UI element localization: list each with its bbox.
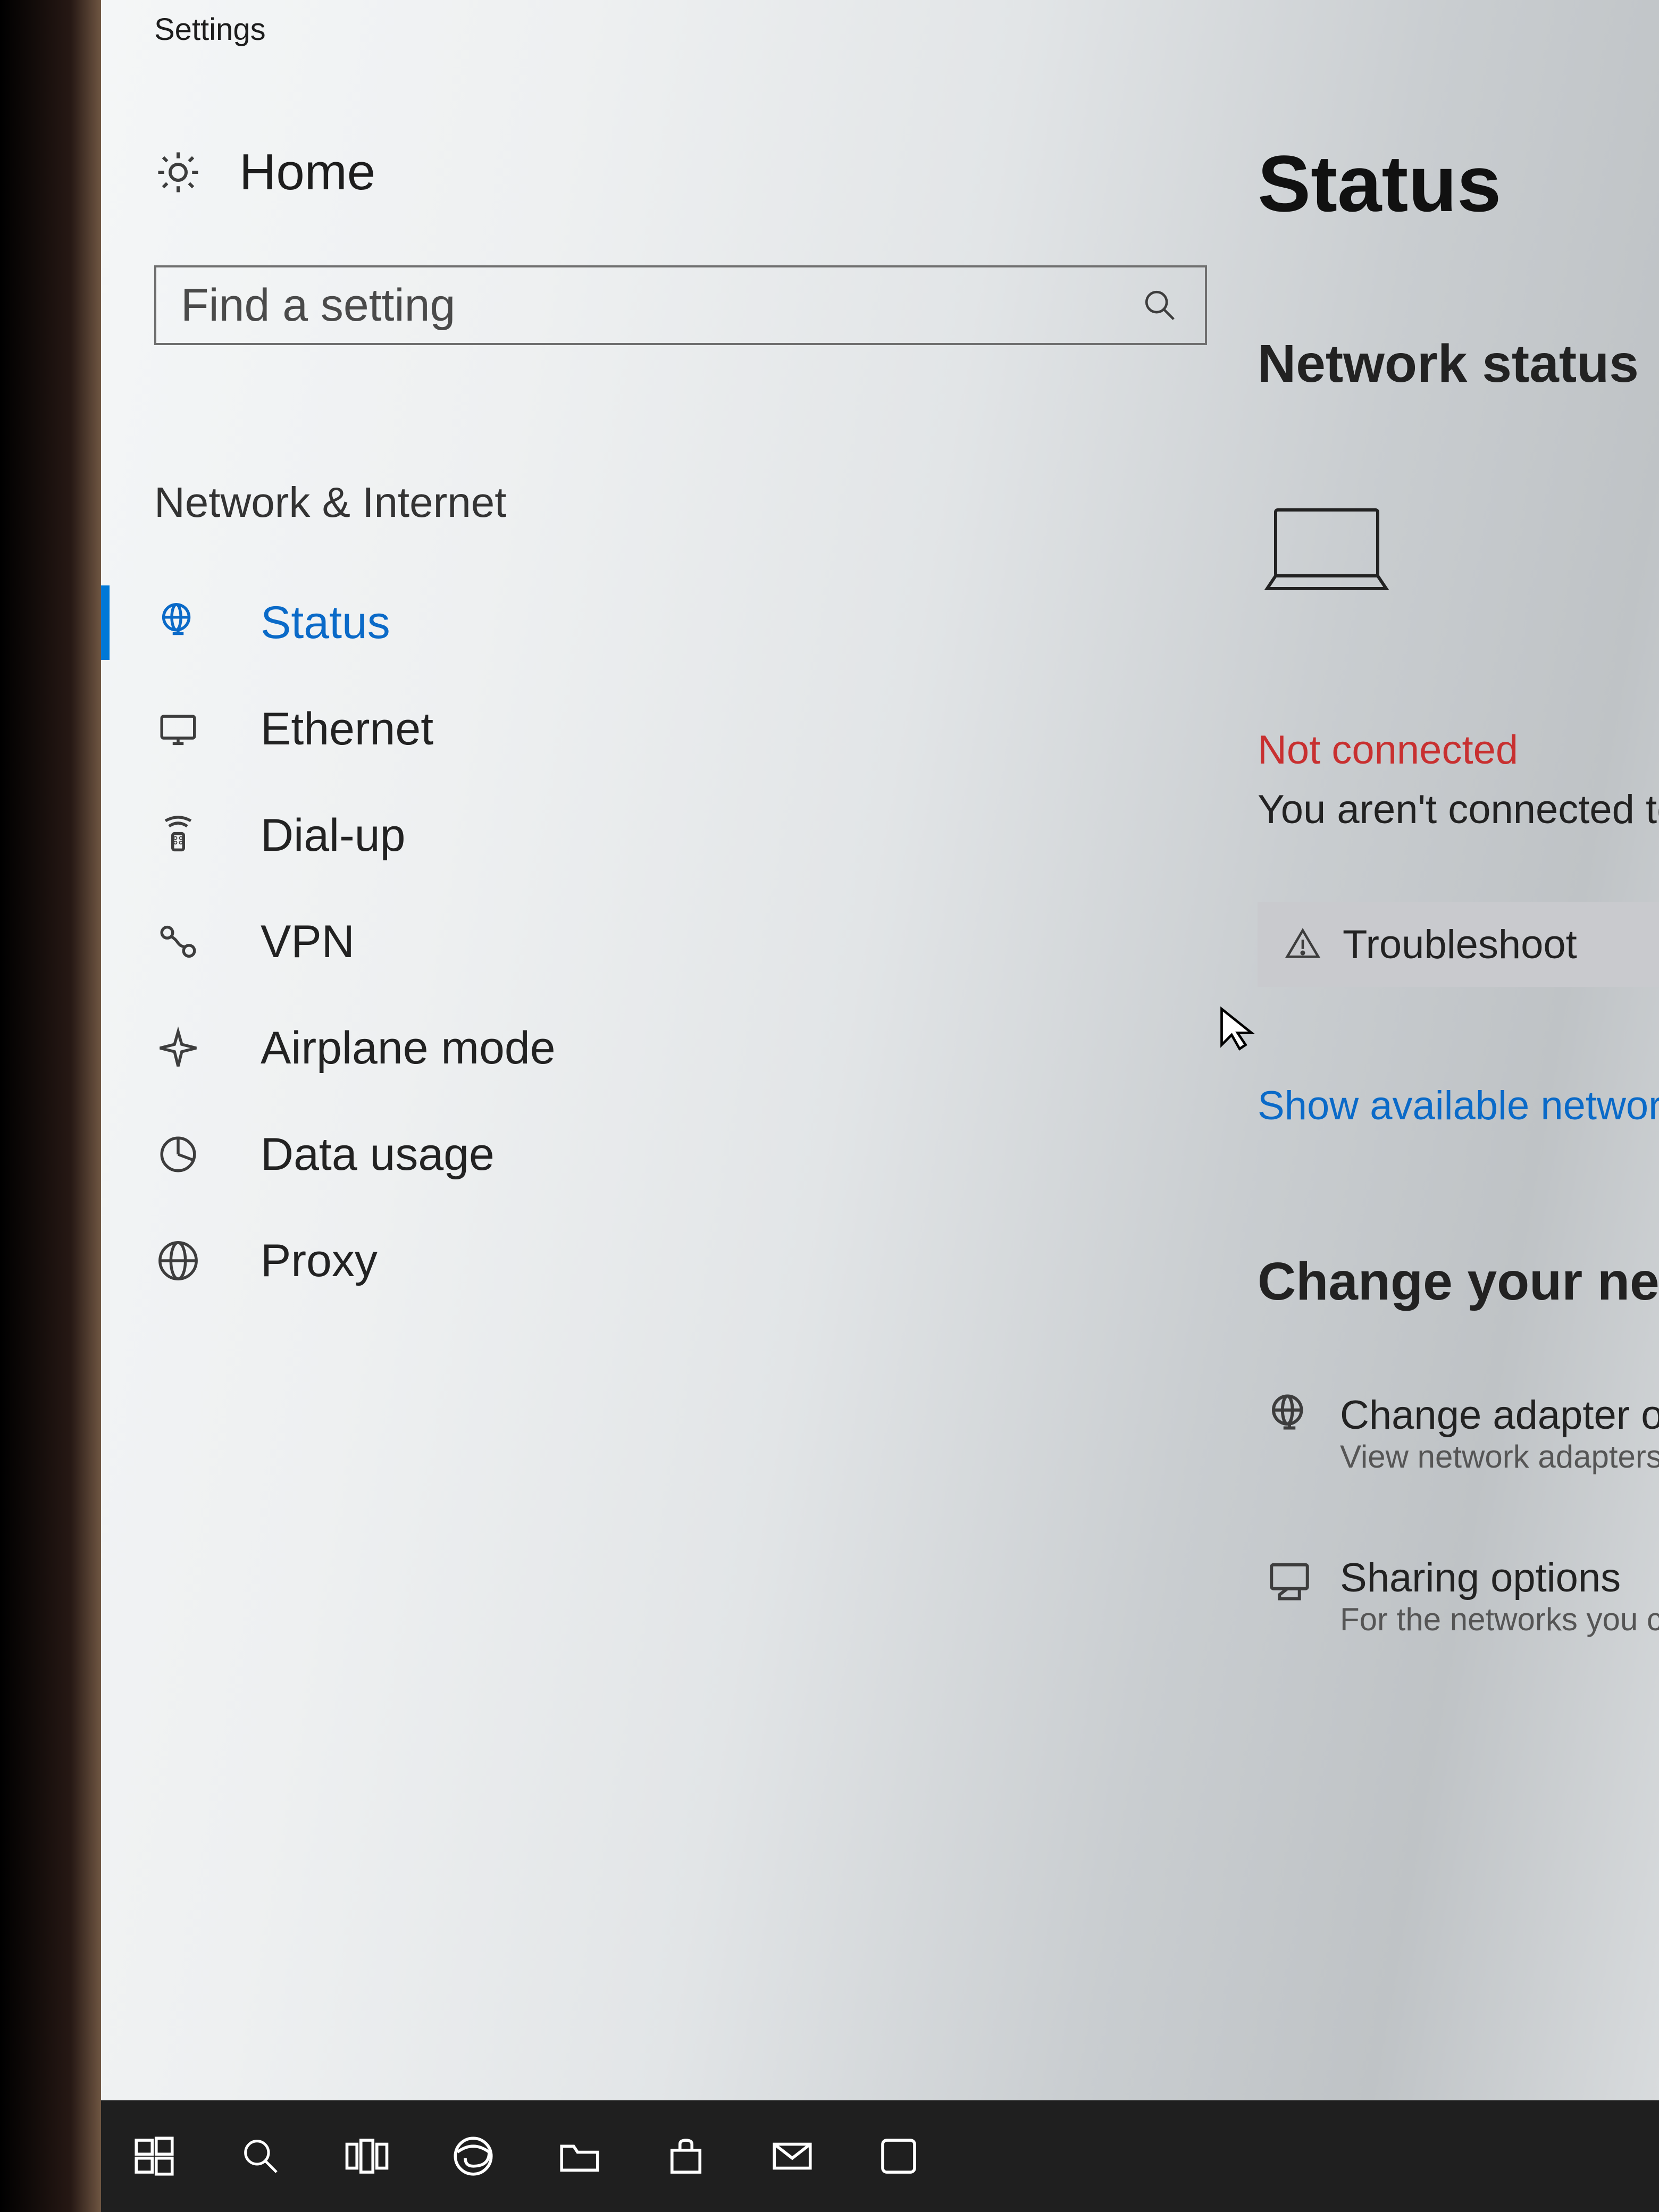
nav-list: Status Ethernet Dial-up VPN Airplane mod… — [101, 569, 1244, 1314]
nav-label: Proxy — [261, 1235, 378, 1287]
nav-item-datausage[interactable]: Data usage — [101, 1101, 1244, 1208]
share-icon — [1266, 1555, 1313, 1603]
globe-icon — [154, 1237, 202, 1285]
phone-icon — [154, 811, 202, 859]
mouse-cursor — [1218, 1000, 1266, 1061]
category-heading: Network & Internet — [101, 345, 1244, 569]
option-title: Change adapter options — [1340, 1392, 1659, 1438]
option-title: Sharing options — [1340, 1555, 1659, 1601]
nav-item-airplane[interactable]: Airplane mode — [101, 995, 1244, 1101]
screen-bezel-left — [0, 0, 101, 2212]
task-view-button[interactable] — [314, 2100, 420, 2212]
search-box[interactable] — [154, 265, 1207, 345]
monitor-icon — [154, 705, 202, 753]
nav-label: Ethernet — [261, 703, 433, 756]
gear-icon — [154, 148, 202, 196]
home-button[interactable]: Home — [101, 111, 1244, 233]
taskbar-search-button[interactable] — [207, 2100, 314, 2212]
nav-item-proxy[interactable]: Proxy — [101, 1208, 1244, 1314]
nav-label: Airplane mode — [261, 1022, 556, 1075]
nav-label: Dial-up — [261, 809, 405, 862]
globe-monitor-icon — [154, 599, 202, 647]
file-explorer-button[interactable] — [526, 2100, 633, 2212]
mail-button[interactable] — [739, 2100, 845, 2212]
airplane-icon — [154, 1024, 202, 1072]
nav-label: Data usage — [261, 1128, 495, 1181]
show-available-networks-link[interactable]: Show available networks — [1244, 987, 1659, 1129]
sharing-option[interactable]: Sharing options For the networks you con… — [1244, 1475, 1659, 1638]
taskbar-app-button[interactable] — [845, 2100, 952, 2212]
search-icon — [1136, 281, 1184, 329]
warning-icon — [1279, 920, 1327, 968]
not-connected-body: You aren't connected to any networks. — [1244, 773, 1659, 833]
store-button[interactable] — [633, 2100, 739, 2212]
option-sub: View network adapters and change connect… — [1340, 1438, 1659, 1475]
search-input[interactable] — [180, 279, 1086, 332]
taskbar — [101, 2100, 1659, 2212]
troubleshoot-button[interactable]: Troubleshoot — [1258, 902, 1659, 987]
not-connected-label: Not connected — [1244, 605, 1659, 773]
troubleshoot-label: Troubleshoot — [1343, 921, 1577, 968]
start-button[interactable] — [101, 2100, 207, 2212]
window-title: Settings — [101, 0, 1659, 47]
settings-window: Settings Home Network & Internet Stat — [101, 0, 1659, 2100]
main-content: Status Network status Not connected You … — [1244, 47, 1659, 2148]
edge-button[interactable] — [420, 2100, 526, 2212]
nav-label: VPN — [261, 916, 355, 968]
nav-label: Status — [261, 597, 390, 649]
nav-item-dialup[interactable]: Dial-up — [101, 782, 1244, 889]
laptop-icon — [1244, 395, 1659, 605]
pie-icon — [154, 1130, 202, 1178]
change-adapter-option[interactable]: Change adapter options View network adap… — [1244, 1312, 1659, 1475]
nav-item-ethernet[interactable]: Ethernet — [101, 676, 1244, 782]
settings-sidebar: Home Network & Internet Status Ethernet — [101, 47, 1244, 2148]
option-sub: For the networks you connect to, decide … — [1340, 1601, 1659, 1638]
nav-item-vpn[interactable]: VPN — [101, 889, 1244, 995]
vpn-icon — [154, 918, 202, 966]
globe-monitor-icon — [1266, 1392, 1313, 1440]
home-label: Home — [239, 143, 375, 202]
network-status-heading: Network status — [1244, 230, 1659, 395]
nav-item-status[interactable]: Status — [101, 569, 1244, 676]
page-title: Status — [1244, 111, 1659, 230]
change-settings-heading: Change your network settings — [1244, 1129, 1659, 1312]
